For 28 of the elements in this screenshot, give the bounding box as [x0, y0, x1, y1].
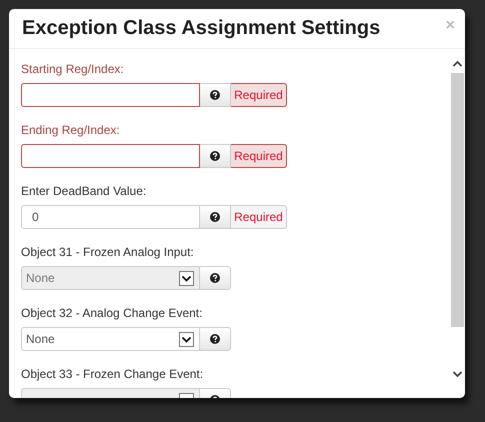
text-field[interactable] — [21, 144, 200, 168]
help-icon — [210, 151, 220, 161]
help-button[interactable] — [200, 205, 231, 229]
help-button[interactable] — [200, 83, 231, 107]
required-label: Required — [231, 205, 287, 229]
help-icon — [210, 273, 220, 283]
scroll-down-icon — [451, 369, 464, 379]
scroll-up-icon — [451, 59, 464, 69]
help-button[interactable] — [200, 144, 231, 168]
select-field[interactable]: None — [21, 327, 200, 351]
required-label: Required — [231, 144, 287, 168]
caret-icon — [179, 270, 194, 286]
help-button[interactable] — [200, 327, 231, 351]
field-label: Ending Reg/Index: — [21, 122, 121, 139]
help-button[interactable] — [200, 266, 231, 290]
required-label: Required — [231, 83, 287, 107]
text-field[interactable] — [21, 83, 200, 107]
help-icon — [210, 90, 220, 100]
text-field[interactable]: 0 — [21, 205, 200, 229]
field-label: Object 32 - Analog Change Event: — [21, 305, 204, 322]
caret-icon — [179, 332, 194, 346]
field-label: Object 33 - Frozen Change Event: — [21, 366, 204, 383]
field-label: Starting Reg/Index: — [21, 61, 125, 78]
field-label: Enter DeadBand Value: — [21, 183, 148, 200]
help-icon — [210, 334, 220, 344]
help-icon — [210, 212, 220, 222]
dialog-title: Exception Class Assignment Settings — [22, 17, 380, 40]
field-label: Object 31 - Frozen Analog Input: — [21, 244, 195, 261]
